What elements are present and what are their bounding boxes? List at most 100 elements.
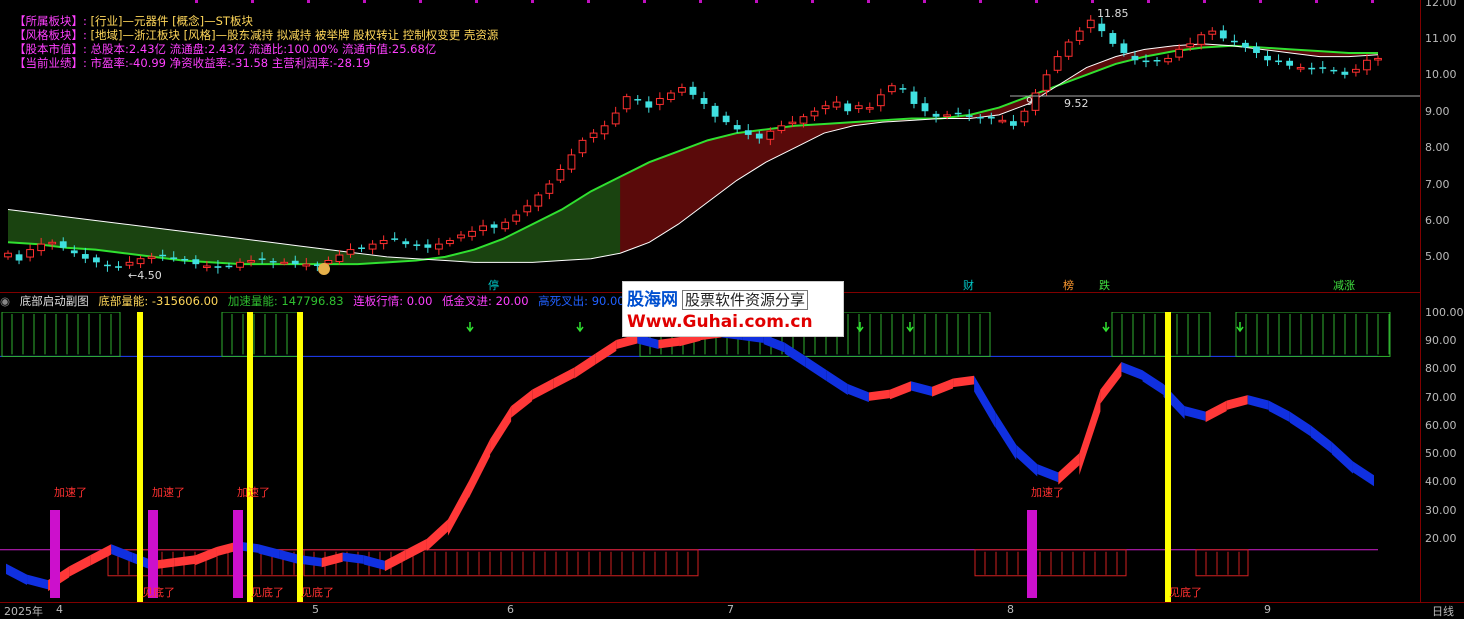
candle-body — [910, 91, 918, 104]
candle-body — [368, 243, 377, 250]
info-key: 【风格板块】: — [14, 28, 87, 42]
top-dot-marker — [1371, 0, 1374, 3]
top-dot-marker — [755, 0, 758, 3]
candle-body — [192, 259, 200, 265]
event-marker-suspend[interactable]: 停 — [488, 277, 499, 293]
down-arrow-icon — [1236, 322, 1244, 333]
top-dot-marker — [307, 0, 310, 3]
candle-body — [545, 183, 554, 194]
top-dot-marker — [475, 0, 478, 3]
candle-body — [788, 121, 797, 125]
candle-body — [115, 266, 122, 268]
candle-body — [1264, 55, 1271, 61]
top-dot-marker — [699, 0, 702, 3]
price-chart-panel[interactable]: 11.85 ←4.50 9 9.52 【所属板块】: [行业]—元器件 [概念]—ST… — [0, 0, 1420, 292]
period-selector[interactable]: 日线 — [1432, 603, 1454, 619]
date-month: 5 — [312, 603, 319, 616]
bottom-label: 见底了 — [251, 585, 284, 599]
falling-ribbon — [1247, 395, 1269, 410]
candle-body — [159, 254, 167, 257]
price-tick: 8.00 — [1425, 141, 1450, 154]
ma-band-fill-up — [620, 43, 1378, 254]
event-marker-reduce[interactable]: 减涨 — [1333, 277, 1355, 293]
top-dot-marker — [1259, 0, 1262, 3]
high-price-label: 11.85 — [1097, 7, 1129, 20]
candle-body — [1153, 59, 1161, 62]
indicator-name[interactable]: 底部启动副图 — [20, 294, 89, 308]
price-tick: 5.00 — [1425, 250, 1450, 263]
watermark-brand: 股海网 — [627, 290, 678, 310]
info-key: 【股本市值】: — [14, 42, 87, 56]
falling-ribbon — [6, 563, 28, 586]
bottom-signal-bar — [247, 312, 253, 602]
candle-body — [1109, 33, 1117, 44]
date-month: 7 — [727, 603, 734, 616]
candle-body — [1186, 43, 1195, 48]
rising-ribbon — [595, 339, 617, 365]
date-month: 8 — [1007, 603, 1014, 616]
candle-body — [434, 243, 443, 250]
rising-ribbon — [511, 389, 533, 418]
candle-body — [1142, 60, 1150, 63]
collapse-icon[interactable]: ◉ — [0, 294, 10, 308]
candle-body — [1175, 48, 1184, 58]
rising-ribbon — [174, 555, 196, 567]
candle-body — [1075, 30, 1084, 41]
top-dot-marker — [643, 0, 646, 3]
candle-body — [943, 114, 952, 117]
candle-body — [622, 96, 631, 110]
signal-zone-top — [221, 312, 301, 357]
event-marker-rank[interactable]: 榜 — [1063, 277, 1074, 293]
info-value: 总股本:2.43亿 流通盘:2.43亿 流通比:100.00% 流通市值:25.… — [90, 42, 437, 56]
candle-body — [1219, 30, 1227, 39]
event-marker-fall[interactable]: 跌 — [1099, 277, 1110, 293]
rising-ribbon — [1100, 361, 1122, 404]
accelerate-signal-bar — [148, 510, 158, 598]
candle-body — [468, 230, 476, 237]
rising-ribbon — [1226, 395, 1248, 410]
falling-ribbon — [1352, 461, 1374, 487]
rising-ribbon — [889, 381, 911, 400]
candle-body — [1164, 57, 1172, 63]
candle-body — [534, 194, 543, 207]
candle-body — [15, 254, 23, 261]
watermark-logo: 股海网 股票软件资源分享 Www.Guhai.com.cn — [622, 281, 844, 337]
candle-body — [1230, 40, 1238, 43]
info-value: [地域]—浙江板块 [风格]—股东减持 拟减持 被举牌 股权转让 控制权变更 壳… — [90, 28, 499, 42]
candle-body — [700, 98, 708, 104]
falling-ribbon — [805, 356, 827, 382]
candle-body — [876, 94, 885, 107]
candle-body — [655, 97, 664, 105]
candle-body — [645, 101, 653, 108]
candle-body — [302, 263, 311, 267]
falling-ribbon — [1121, 361, 1143, 381]
falling-ribbon — [111, 544, 133, 563]
candle-body — [689, 86, 697, 95]
watermark-title: 股海网 股票软件资源分享 — [627, 285, 809, 310]
candle-body — [1064, 41, 1073, 57]
indicator-tick: 20.00 — [1425, 532, 1457, 545]
candle-body — [1319, 67, 1327, 69]
accelerate-label: 加速了 — [1031, 486, 1064, 499]
candle-body — [678, 87, 686, 93]
candle-body — [446, 239, 454, 245]
candle-body — [667, 92, 675, 100]
candle-body — [1363, 59, 1371, 71]
falling-ribbon — [1289, 411, 1311, 437]
event-marker-finance[interactable]: 财 — [963, 277, 974, 293]
down-arrow-icon — [906, 322, 914, 333]
down-arrow-icon — [1102, 322, 1110, 333]
price-tick: 11.00 — [1425, 32, 1457, 45]
indicator-tick: 40.00 — [1425, 475, 1457, 488]
bottom-label: 见底了 — [1169, 585, 1202, 599]
top-dot-marker — [531, 0, 534, 3]
candle-body — [1098, 23, 1106, 32]
rising-ribbon — [532, 378, 554, 400]
bottom-label: 见底了 — [142, 585, 175, 599]
date-axis: 2025年 4 5 6 7 8 9 — [0, 602, 1464, 618]
candle-body — [1296, 67, 1305, 70]
indicator-chart-panel[interactable]: 加速了 加速了 加速了 加速了 见底了 见底了 见底了 见底了 — [0, 312, 1420, 602]
falling-ribbon — [258, 544, 280, 559]
candle-body — [402, 241, 410, 245]
bottom-start-indicator[interactable]: 加速了 加速了 加速了 加速了见底了 见底了 见底了 见底了 — [0, 312, 1420, 602]
